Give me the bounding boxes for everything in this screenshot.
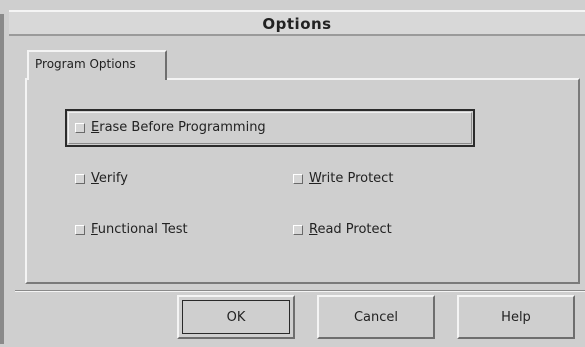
- erase-before-programming-checkbox[interactable]: Erase Before Programming: [75, 120, 266, 135]
- checkbox-indicator-icon: [75, 224, 85, 235]
- options-dialog: Options Program Options Erase Before Pro…: [0, 0, 585, 347]
- dialog-title: Options: [262, 15, 332, 33]
- title-bar[interactable]: Options: [9, 10, 585, 36]
- ok-button[interactable]: OK: [177, 295, 295, 339]
- checkbox-label: Functional Test: [91, 222, 188, 237]
- tab-program-options[interactable]: Program Options: [27, 50, 167, 80]
- checkbox-indicator-icon: [293, 173, 303, 184]
- verify-checkbox[interactable]: Verify: [75, 171, 128, 186]
- checkbox-label: Read Protect: [309, 222, 392, 237]
- tab-join: [29, 77, 165, 81]
- checkbox-indicator-icon: [293, 224, 303, 235]
- read-protect-checkbox[interactable]: Read Protect: [293, 222, 392, 237]
- help-button[interactable]: Help: [457, 295, 575, 339]
- checkbox-label: Write Protect: [309, 171, 394, 186]
- checkbox-indicator-icon: [75, 122, 85, 133]
- checkbox-label: Erase Before Programming: [91, 120, 266, 135]
- write-protect-checkbox[interactable]: Write Protect: [293, 171, 393, 186]
- checkbox-indicator-icon: [75, 173, 85, 184]
- tab-label: Program Options: [35, 57, 136, 71]
- button-separator: [15, 290, 585, 292]
- checkbox-label: Verify: [91, 171, 128, 186]
- cancel-button[interactable]: Cancel: [317, 295, 435, 339]
- window-frame-edge: [0, 14, 4, 344]
- functional-test-checkbox[interactable]: Functional Test: [75, 222, 188, 237]
